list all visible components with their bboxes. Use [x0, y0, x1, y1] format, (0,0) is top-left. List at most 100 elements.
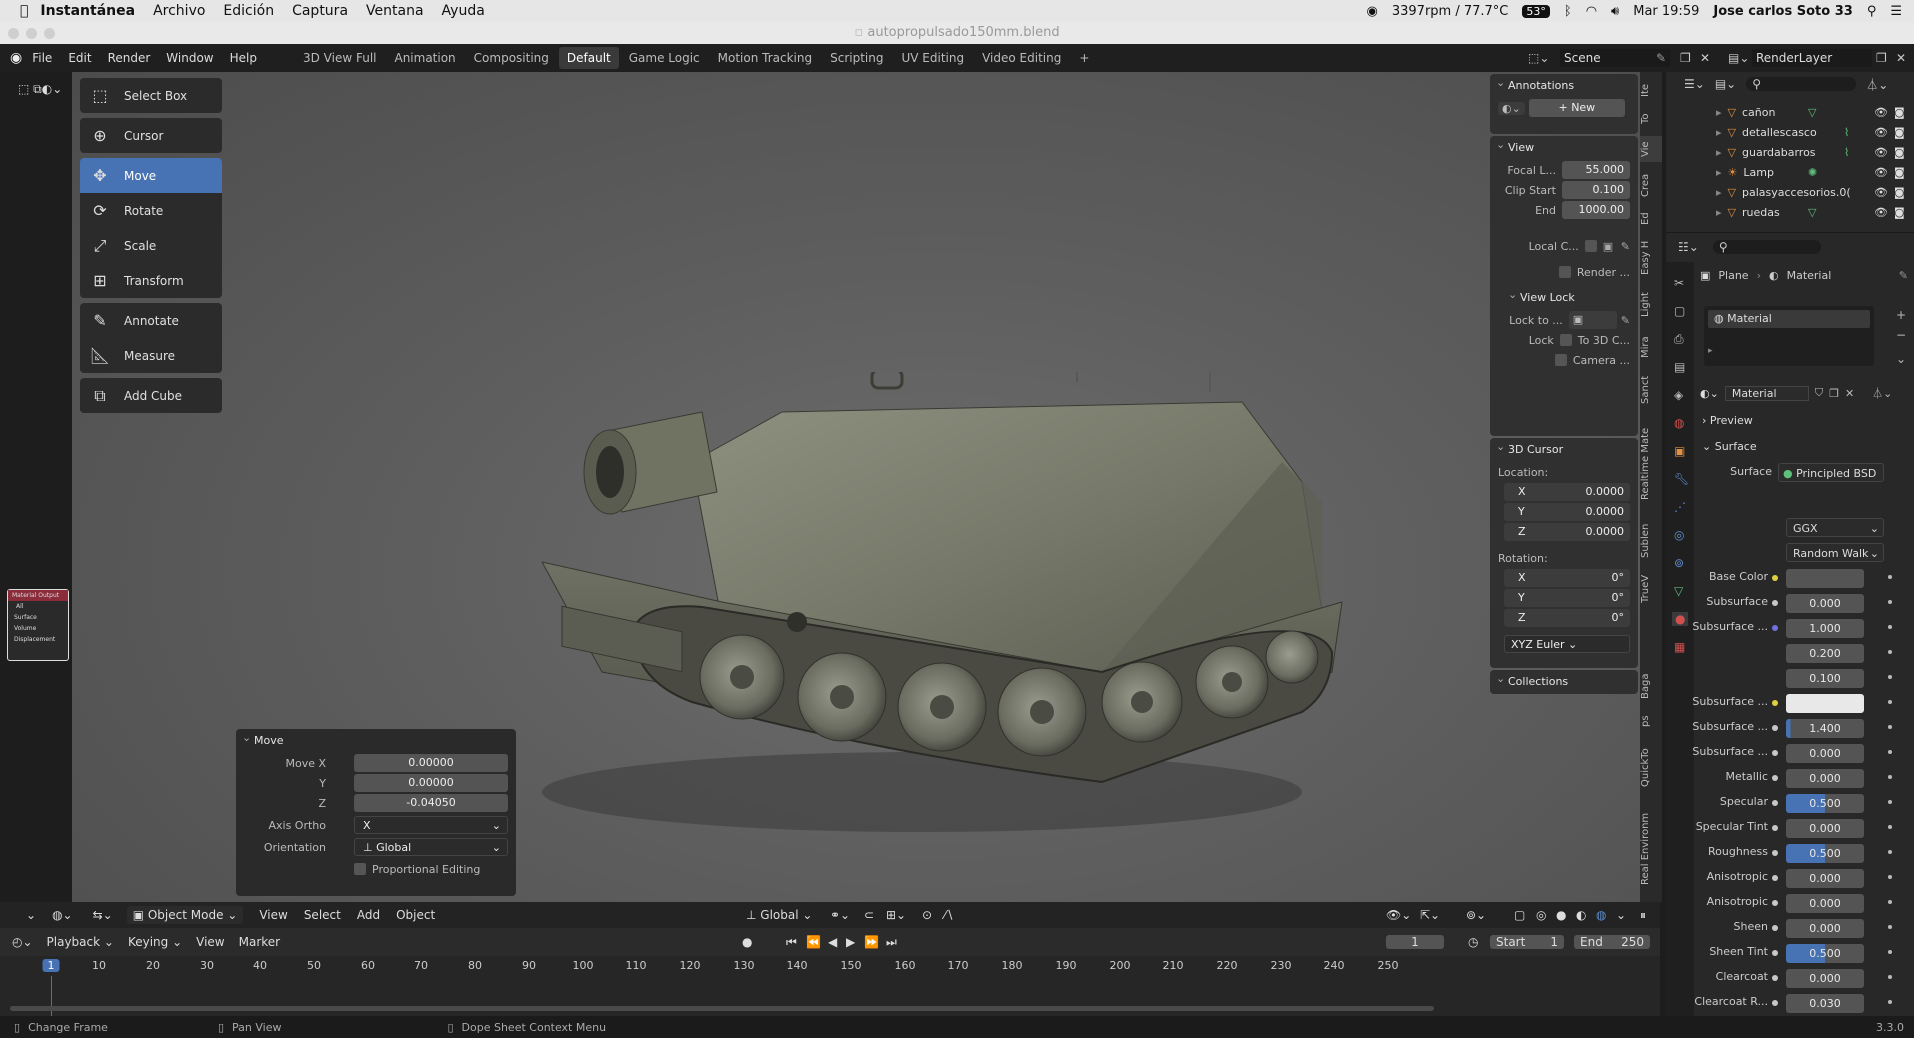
- outliner-editor-icon[interactable]: ☰⌄: [1684, 77, 1705, 91]
- object-data-icon[interactable]: ▽: [1674, 584, 1683, 598]
- blender-logo-icon[interactable]: ◉: [10, 50, 22, 66]
- render-icon[interactable]: ▢: [1674, 304, 1685, 318]
- mac-menu-ayuda[interactable]: Ayuda: [442, 3, 485, 19]
- distribution-dropdown[interactable]: GGX ⌄: [1786, 518, 1884, 537]
- keyframe-dot-icon[interactable]: [1888, 650, 1892, 654]
- socket-dot-icon[interactable]: [1772, 725, 1778, 731]
- pivot-point-icon[interactable]: ⚭⌄: [830, 908, 850, 922]
- object-icon[interactable]: ▣: [1674, 444, 1685, 458]
- current-frame-field[interactable]: 1: [1386, 935, 1444, 949]
- bsdf-input-row[interactable]: Subsurface ... 1.400: [1692, 716, 1914, 741]
- tool-rotate[interactable]: ⟳ Rotate: [80, 193, 222, 228]
- clip-end-field[interactable]: 1000.00: [1562, 201, 1630, 219]
- fan-status[interactable]: 3397rpm / 77.7°C: [1392, 4, 1509, 19]
- keyframe-dot-icon[interactable]: [1888, 675, 1892, 679]
- socket-dot-icon[interactable]: [1772, 750, 1778, 756]
- outliner-item[interactable]: ▸ ▽ palasyaccesorios.0(👁︎ ◙: [1666, 182, 1914, 202]
- socket-dot-icon[interactable]: [1772, 975, 1778, 981]
- properties-editor-icon[interactable]: ☷⌄: [1678, 240, 1699, 254]
- keyframe-dot-icon[interactable]: [1888, 700, 1892, 704]
- mac-menu-ventana[interactable]: Ventana: [366, 3, 424, 19]
- new-layer-icon[interactable]: ❐: [1876, 51, 1887, 65]
- subsurface-method-dropdown[interactable]: Random Walk ⌄: [1786, 543, 1884, 562]
- eyedropper-icon[interactable]: ✎: [1621, 240, 1630, 253]
- bsdf-input-field[interactable]: 0.000: [1786, 919, 1864, 938]
- mac-app-name[interactable]: Instantánea: [40, 3, 135, 19]
- tool-annotate[interactable]: ✎ Annotate: [80, 303, 222, 338]
- bsdf-input-row[interactable]: Anisotropic 0.000: [1700, 891, 1914, 916]
- material-filter-icon[interactable]: ⏃⌄: [1872, 385, 1892, 401]
- lock-eyedropper-icon[interactable]: ✎: [1621, 314, 1630, 327]
- play-icon[interactable]: ▶: [846, 935, 855, 949]
- bsdf-input-field[interactable]: 0.100: [1786, 669, 1864, 688]
- keyframe-dot-icon[interactable]: [1888, 975, 1892, 979]
- tab-ps[interactable]: ps: [1640, 710, 1662, 732]
- menu-render[interactable]: Render: [108, 51, 151, 65]
- material-slot[interactable]: ◍ Material: [1708, 310, 1870, 328]
- scene-tab-icon[interactable]: ◈: [1674, 388, 1683, 402]
- keyframe-dot-icon[interactable]: [1888, 875, 1892, 879]
- record-icon[interactable]: ●: [742, 935, 752, 949]
- tool-cursor[interactable]: ⊕ Cursor: [80, 118, 222, 153]
- fake-user-icon[interactable]: ⛉: [1815, 386, 1823, 400]
- cursor-location-x[interactable]: X 0.0000: [1504, 483, 1630, 501]
- material-shading-icon[interactable]: ◐: [1576, 908, 1586, 922]
- tab-default[interactable]: Default: [558, 47, 619, 69]
- socket-dot-icon[interactable]: [1772, 800, 1778, 806]
- keyframe-dot-icon[interactable]: [1888, 800, 1892, 804]
- tab-edit[interactable]: Ed: [1640, 208, 1662, 230]
- add-slot-button[interactable]: +: [1896, 308, 1906, 322]
- socket-dot-icon[interactable]: [1772, 925, 1778, 931]
- add-workspace-button[interactable]: +: [1071, 47, 1097, 69]
- transform-orientation-dropdown[interactable]: ⊥ Global ⌄: [746, 908, 812, 922]
- keyframe-dot-icon[interactable]: [1888, 600, 1892, 604]
- tab-truev[interactable]: TrueV: [1640, 570, 1662, 608]
- keyframe-dot-icon[interactable]: [1888, 750, 1892, 754]
- socket-dot-icon[interactable]: [1772, 625, 1778, 631]
- tool-select-box[interactable]: ⬚ Select Box: [80, 78, 222, 113]
- pin-icon[interactable]: ✎: [1899, 269, 1908, 282]
- unlink-material-icon[interactable]: ✕: [1845, 387, 1854, 400]
- bluetooth-icon[interactable]: ᛒ: [1564, 4, 1572, 19]
- modifier-wrench-icon[interactable]: 🔧︎: [1674, 472, 1689, 486]
- cursor-rotation-z[interactable]: Z 0°: [1504, 609, 1630, 627]
- properties-search-icon[interactable]: ⚲: [1712, 239, 1821, 254]
- clip-start-field[interactable]: 0.100: [1562, 181, 1630, 199]
- spotlight-search-icon[interactable]: ⚲: [1867, 4, 1877, 19]
- camera-render-icon[interactable]: ◙: [1894, 166, 1905, 179]
- menu-help[interactable]: Help: [230, 51, 257, 65]
- outliner-item[interactable]: ▸ ▽ guardabarros ⌇ 👁︎ ◙: [1666, 142, 1914, 162]
- object-mode-dropdown[interactable]: ▣ Object Mode ⌄: [126, 906, 244, 924]
- bsdf-input-field[interactable]: 0.000: [1786, 769, 1864, 788]
- tab-mira[interactable]: Mira: [1640, 330, 1662, 364]
- visibility-icon[interactable]: 👁︎⌄: [1386, 908, 1411, 922]
- view-lock-header[interactable]: View Lock: [1502, 283, 1638, 310]
- bsdf-input-row[interactable]: Base Color: [1700, 566, 1914, 591]
- new-annotation-button[interactable]: + New: [1528, 99, 1625, 117]
- texture-icon[interactable]: ▦: [1674, 640, 1685, 654]
- tool-add-cube[interactable]: ⧉ Add Cube: [80, 378, 222, 413]
- control-center-icon[interactable]: ☰: [1890, 4, 1902, 19]
- socket-dot-icon[interactable]: [1772, 575, 1778, 581]
- frame-end-field[interactable]: End 250: [1574, 935, 1650, 949]
- snap-icon[interactable]: ⊂: [864, 908, 874, 922]
- gizmo-icon[interactable]: ⇱⌄: [1420, 908, 1440, 922]
- socket-dot-icon[interactable]: [1772, 600, 1778, 606]
- scene-icon[interactable]: ⬚⌄: [1528, 51, 1549, 65]
- camera-picker-icon[interactable]: ▣: [1603, 240, 1621, 253]
- camera-render-icon[interactable]: ◙: [1894, 146, 1905, 159]
- cursor-rotation-x[interactable]: X 0°: [1504, 569, 1630, 587]
- keyframe-dot-icon[interactable]: [1888, 1000, 1892, 1004]
- bsdf-input-row[interactable]: Subsurface ...: [1692, 691, 1914, 716]
- bsdf-input-field[interactable]: 0.000: [1786, 819, 1864, 838]
- local-camera-checkbox[interactable]: [1584, 240, 1597, 252]
- annotation-layer-icon[interactable]: ◐⌄: [1498, 101, 1525, 115]
- visibility-eye-icon[interactable]: 👁︎: [1874, 146, 1888, 159]
- outliner-item[interactable]: ▸ ▽ cañon ▽ 👁︎ ◙: [1666, 102, 1914, 122]
- jump-keyframe-forward-icon[interactable]: ⏩: [864, 935, 879, 949]
- move-panel-header[interactable]: Move: [236, 726, 516, 753]
- socket-dot-icon[interactable]: [1772, 775, 1778, 781]
- proportional-editing-checkbox[interactable]: [354, 863, 366, 875]
- socket-dot-icon[interactable]: [1772, 950, 1778, 956]
- tab-motion-tracking[interactable]: Motion Tracking: [710, 47, 820, 69]
